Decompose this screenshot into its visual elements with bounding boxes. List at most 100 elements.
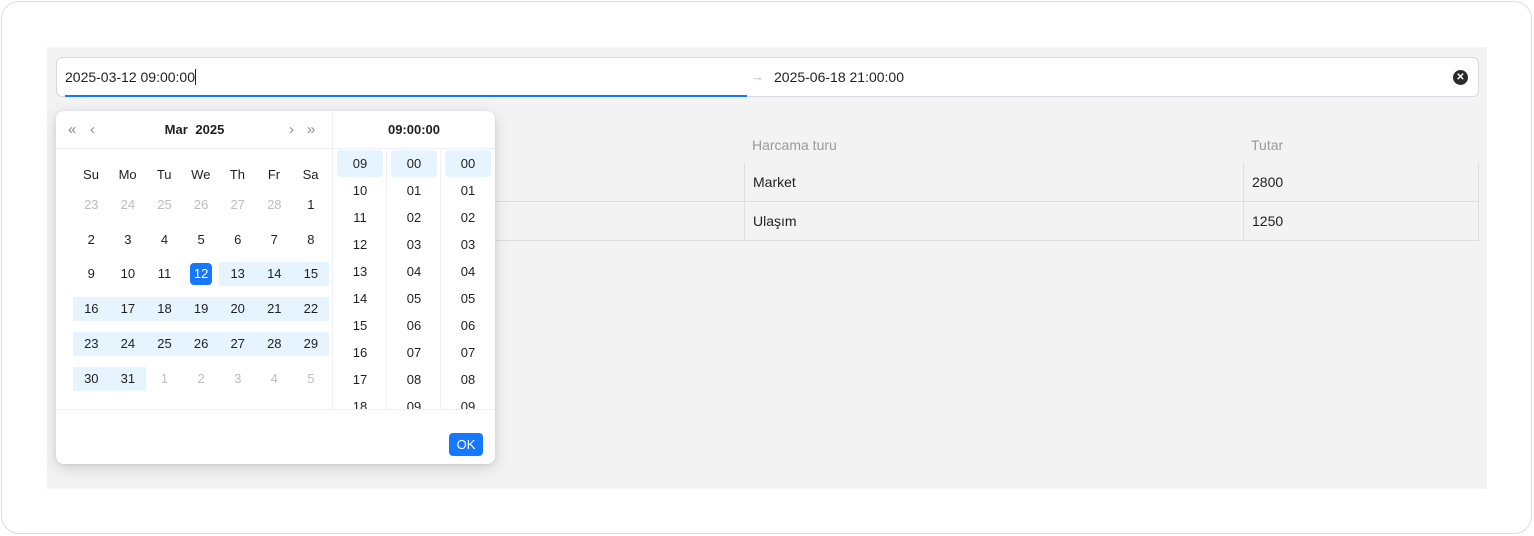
day-cell[interactable]: 25 xyxy=(146,193,183,217)
table-row[interactable]: Market 2800 xyxy=(494,163,1479,202)
day-cell[interactable]: 7 xyxy=(256,228,293,252)
day-cell[interactable]: 26 xyxy=(182,331,220,356)
column-header-type[interactable]: Harcama turu xyxy=(752,137,837,153)
second-option[interactable]: 04 xyxy=(445,258,491,285)
minute-option[interactable]: 03 xyxy=(391,231,437,258)
start-date-input[interactable]: 2025-03-12 09:00:00 xyxy=(65,69,196,85)
day-cell[interactable]: 24 xyxy=(109,331,147,356)
active-input-indicator xyxy=(65,95,747,97)
column-divider xyxy=(744,163,745,201)
day-cell[interactable]: 14 xyxy=(256,262,293,287)
second-option[interactable]: 03 xyxy=(445,231,491,258)
day-cell[interactable]: 1 xyxy=(146,367,183,391)
second-option[interactable]: 08 xyxy=(445,366,491,393)
second-column[interactable]: 00 01 02 03 04 05 06 07 08 09 xyxy=(441,150,495,409)
end-date-input[interactable]: 2025-06-18 21:00:00 xyxy=(774,69,904,85)
day-cell[interactable]: 25 xyxy=(146,331,183,356)
clear-icon[interactable]: ✕ xyxy=(1453,70,1468,85)
picker-footer: OK xyxy=(56,409,495,464)
day-cell[interactable]: 22 xyxy=(292,297,330,322)
day-cell[interactable]: 5 xyxy=(293,367,330,391)
minute-option[interactable]: 06 xyxy=(391,312,437,339)
day-cell[interactable]: 20 xyxy=(219,297,256,322)
minute-option[interactable]: 07 xyxy=(391,339,437,366)
day-cell[interactable]: 8 xyxy=(293,228,330,252)
day-cell[interactable]: 29 xyxy=(292,331,330,356)
month-button[interactable]: Mar xyxy=(165,122,188,137)
minute-column[interactable]: 00 01 02 03 04 05 06 07 08 09 xyxy=(387,150,441,409)
second-option[interactable]: 06 xyxy=(445,312,491,339)
day-cell[interactable]: 3 xyxy=(219,367,256,391)
second-option[interactable]: 01 xyxy=(445,177,491,204)
second-option[interactable]: 09 xyxy=(445,393,491,409)
day-cell[interactable]: 9 xyxy=(73,262,110,286)
day-cell[interactable]: 27 xyxy=(219,193,256,217)
day-cell[interactable]: 4 xyxy=(146,228,183,252)
hour-option[interactable]: 13 xyxy=(337,258,383,285)
selected-day-label: 12 xyxy=(190,263,213,286)
weekday-label: We xyxy=(191,167,211,182)
minute-option[interactable]: 04 xyxy=(391,258,437,285)
calendar-panel: « ‹ Mar 2025 › » Su Mo Tu We Th Fr Sa 23… xyxy=(56,111,333,409)
minute-option[interactable]: 00 xyxy=(391,150,437,177)
day-cell[interactable]: 15 xyxy=(292,262,330,287)
minute-option[interactable]: 08 xyxy=(391,366,437,393)
day-cell[interactable]: 19 xyxy=(182,297,220,322)
day-cell[interactable]: 13 xyxy=(219,262,256,287)
hour-option[interactable]: 09 xyxy=(337,150,383,177)
day-cell[interactable]: 21 xyxy=(256,297,293,322)
day-cell[interactable]: 5 xyxy=(183,228,220,252)
column-header-amount[interactable]: Tutar xyxy=(1251,137,1283,153)
second-option[interactable]: 07 xyxy=(445,339,491,366)
day-cell[interactable]: 30 xyxy=(73,366,110,391)
hour-option[interactable]: 10 xyxy=(337,177,383,204)
hour-column[interactable]: 09 10 11 12 13 14 15 16 17 18 xyxy=(333,150,387,409)
weekday-label: Su xyxy=(83,167,99,182)
super-next-icon[interactable]: » xyxy=(307,121,315,138)
text-caret xyxy=(195,69,196,85)
minute-option[interactable]: 05 xyxy=(391,285,437,312)
minute-option[interactable]: 09 xyxy=(391,393,437,409)
day-cell[interactable]: 2 xyxy=(73,228,110,252)
day-cell[interactable]: 26 xyxy=(183,193,220,217)
hour-option[interactable]: 11 xyxy=(337,204,383,231)
hour-option[interactable]: 14 xyxy=(337,285,383,312)
minute-option[interactable]: 01 xyxy=(391,177,437,204)
calendar-header: « ‹ Mar 2025 › » xyxy=(56,111,333,149)
ok-button[interactable]: OK xyxy=(449,433,483,456)
day-cell[interactable]: 6 xyxy=(219,228,256,252)
day-cell[interactable]: 24 xyxy=(110,193,147,217)
day-cell[interactable]: 1 xyxy=(293,193,330,217)
table-row[interactable]: Ulaşım 1250 xyxy=(494,202,1479,241)
hour-option[interactable]: 16 xyxy=(337,339,383,366)
hour-option[interactable]: 15 xyxy=(337,312,383,339)
second-option[interactable]: 02 xyxy=(445,204,491,231)
day-cell[interactable]: 12 xyxy=(183,262,220,286)
day-cell[interactable]: 31 xyxy=(109,366,147,391)
day-cell[interactable]: 28 xyxy=(256,331,293,356)
day-cell[interactable]: 2 xyxy=(183,367,220,391)
day-cell[interactable]: 28 xyxy=(256,193,293,217)
day-cell[interactable]: 17 xyxy=(109,297,147,322)
day-cell[interactable]: 16 xyxy=(73,297,110,322)
next-month-icon[interactable]: › xyxy=(289,121,294,138)
cell-amount: 2800 xyxy=(1252,174,1284,190)
year-button[interactable]: 2025 xyxy=(195,122,224,137)
day-cell[interactable]: 4 xyxy=(256,367,293,391)
second-option[interactable]: 00 xyxy=(445,150,491,177)
day-cell[interactable]: 11 xyxy=(146,262,183,286)
day-cell[interactable]: 23 xyxy=(73,193,110,217)
minute-option[interactable]: 02 xyxy=(391,204,437,231)
day-cell[interactable]: 18 xyxy=(146,297,183,322)
weekday-label: Th xyxy=(229,167,245,182)
day-cell[interactable]: 10 xyxy=(110,262,147,286)
day-cell[interactable]: 27 xyxy=(219,331,256,356)
column-divider xyxy=(1243,163,1244,201)
hour-option[interactable]: 12 xyxy=(337,231,383,258)
hour-option[interactable]: 18 xyxy=(337,393,383,409)
second-option[interactable]: 05 xyxy=(445,285,491,312)
day-cell[interactable]: 3 xyxy=(110,228,147,252)
day-cell[interactable]: 23 xyxy=(73,331,110,356)
date-range-picker-input[interactable]: 2025-03-12 09:00:00 → 2025-06-18 21:00:0… xyxy=(56,57,1479,97)
hour-option[interactable]: 17 xyxy=(337,366,383,393)
